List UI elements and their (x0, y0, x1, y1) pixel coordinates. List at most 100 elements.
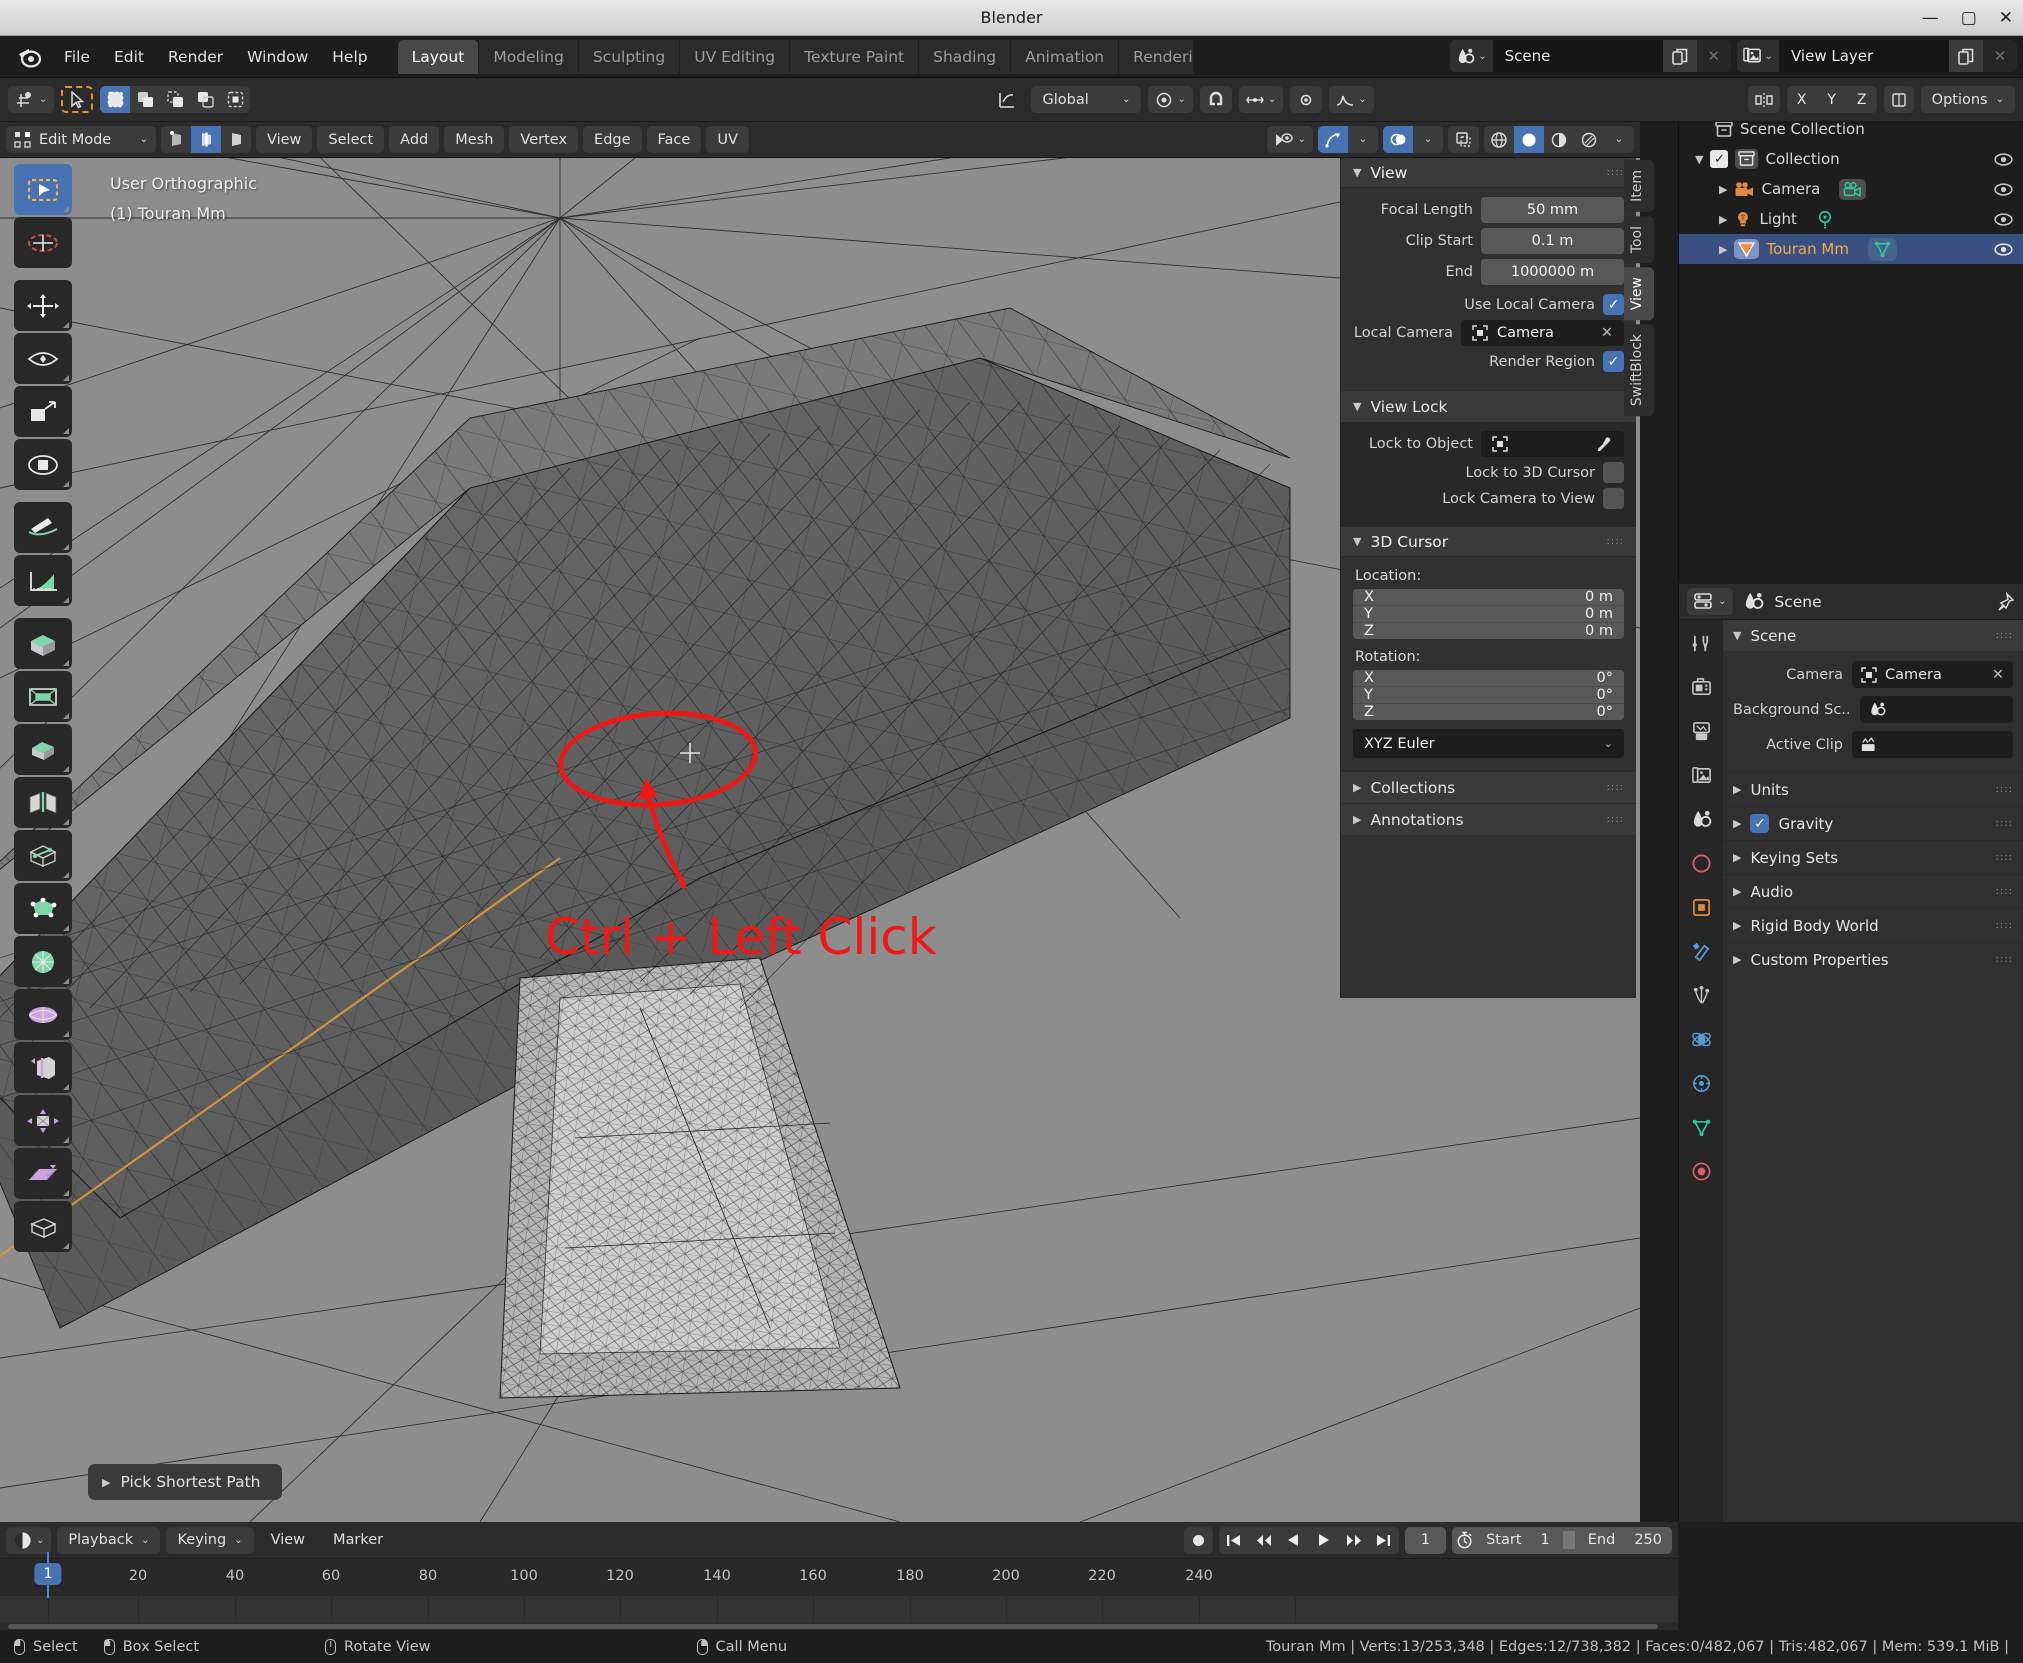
tweak-tool-button[interactable] (14, 164, 72, 215)
properties-section-keying-sets[interactable]: ▶ Keying Sets :::: (1723, 840, 2023, 874)
select-subtract-icon[interactable] (160, 86, 190, 113)
proportional-editing-toggle[interactable] (1290, 86, 1323, 113)
chevron-right-icon[interactable]: ▶ (1719, 183, 1727, 196)
gizmo-dropdown-icon[interactable]: ⌄ (1348, 126, 1378, 153)
delete-view-layer-button[interactable]: ✕ (1983, 40, 2017, 72)
sidebar-tab-tool[interactable]: Tool (1624, 215, 1654, 264)
modifier-tab[interactable] (1686, 936, 1716, 966)
vertex-select-icon[interactable] (161, 126, 191, 153)
use-local-camera-checkbox[interactable]: ✓ (1603, 294, 1624, 315)
cursor-panel-header[interactable]: ▼ 3D Cursor :::: (1341, 527, 1636, 557)
sidebar-tab-swiftblock[interactable]: SwiftBlock (1624, 324, 1654, 417)
wireframe-shading-icon[interactable] (1484, 126, 1514, 153)
mode-selector[interactable]: Edit Mode ⌄ (6, 126, 156, 153)
material-tab[interactable] (1686, 1156, 1716, 1186)
loop-cut-tool-button[interactable] (14, 777, 72, 828)
workspace-tab-sculpting[interactable]: Sculpting (578, 39, 681, 74)
particles-tab[interactable] (1686, 980, 1716, 1010)
cursor-rotation-y[interactable]: Y 0° (1353, 687, 1624, 704)
clear-local-camera-icon[interactable]: ✕ (1601, 325, 1613, 341)
cursor-location-y[interactable]: Y 0 m (1353, 606, 1624, 623)
select-set-icon[interactable] (100, 86, 131, 113)
scene-icon[interactable]: ⌄ (1450, 40, 1493, 72)
current-frame-field[interactable]: 1 (1404, 1526, 1447, 1554)
show-gizmo-group[interactable]: ⌄ (1318, 126, 1378, 153)
viewport-menu-select[interactable]: Select (317, 126, 385, 153)
play-icon[interactable] (1309, 1527, 1339, 1554)
playhead-label[interactable]: 1 (34, 1563, 62, 1585)
knife-tool-button[interactable] (14, 830, 72, 881)
jump-start-icon[interactable] (1219, 1527, 1249, 1554)
view-lock-panel-header[interactable]: ▼ View Lock (1341, 390, 1636, 422)
face-select-icon[interactable] (221, 126, 251, 153)
shrink-fatten-tool-button[interactable] (14, 1095, 72, 1146)
mirror-y-toggle[interactable]: Y (1817, 86, 1847, 113)
menu-edit[interactable]: Edit (102, 44, 156, 70)
lock-to-3d-cursor-checkbox[interactable] (1603, 462, 1624, 483)
chevron-down-icon[interactable]: ▼ (1695, 153, 1703, 166)
workspace-tab-uv-editing[interactable]: UV Editing (680, 39, 791, 74)
timeline-ruler[interactable]: 20 40 60 80 100 120 140 160 180 200 220 … (0, 1558, 1678, 1596)
rendered-shading-icon[interactable] (1574, 126, 1604, 153)
mesh-select-mode-group[interactable] (161, 126, 251, 153)
auto-keying-toggle[interactable] (1183, 1526, 1213, 1554)
select-extend-icon[interactable] (130, 86, 160, 113)
visibility-eye-icon[interactable] (1994, 242, 2013, 256)
mesh-data-icon[interactable] (1867, 237, 1897, 261)
select-intersect-icon[interactable] (220, 86, 250, 113)
gravity-checkbox[interactable]: ✓ (1750, 814, 1770, 833)
overlays-dropdown-icon[interactable]: ⌄ (1413, 126, 1443, 153)
view-layer-tab[interactable] (1686, 760, 1716, 790)
operator-redo-panel[interactable]: ▶ Pick Shortest Path (88, 1464, 283, 1500)
physics-tab[interactable] (1686, 1024, 1716, 1054)
scene-tab[interactable] (1686, 804, 1716, 834)
scene-selector[interactable]: ⌄ Scene ✕ (1450, 40, 1731, 72)
viewport-menu-vertex[interactable]: Vertex (509, 126, 579, 153)
cursor-location-z[interactable]: Z 0 m (1353, 623, 1624, 639)
clip-end-field[interactable]: 1000000 m (1481, 259, 1624, 285)
viewport-sidebar[interactable]: ▼ View :::: Focal Length 50 mm Clip Star… (1340, 158, 1636, 998)
select-mode-group[interactable] (100, 86, 251, 113)
view-layer-name[interactable]: View Layer (1779, 47, 1949, 65)
timeline-menu-marker[interactable]: Marker (322, 1527, 394, 1554)
transform-orientation-icon[interactable] (990, 86, 1024, 113)
bevel-tool-button[interactable] (14, 724, 72, 775)
workspace-tab-layout[interactable]: Layout (397, 39, 480, 74)
maximize-button[interactable]: ▢ (1961, 8, 1977, 28)
collection-exclude-checkbox[interactable]: ✓ (1710, 150, 1729, 168)
render-region-checkbox[interactable]: ✓ (1603, 351, 1624, 372)
end-frame-value[interactable]: 250 (1628, 1532, 1668, 1548)
measure-tool-button[interactable] (14, 555, 72, 606)
clip-start-field[interactable]: 0.1 m (1481, 228, 1624, 254)
background-scene-field[interactable] (1859, 696, 2013, 723)
play-reverse-icon[interactable] (1279, 1527, 1309, 1554)
scene-camera-field[interactable]: Camera ✕ (1852, 661, 2013, 688)
outliner-row-camera[interactable]: ▶ Camera (1679, 174, 2023, 204)
object-tab[interactable] (1686, 892, 1716, 922)
show-overlays-group[interactable]: ⌄ (1383, 126, 1443, 153)
active-tool-icon[interactable]: ⌄ (8, 86, 55, 113)
poly-build-tool-button[interactable] (14, 883, 72, 934)
scale-tool-button[interactable] (14, 386, 72, 437)
snap-magnet-icon[interactable] (1199, 86, 1232, 113)
edge-select-icon[interactable] (191, 126, 221, 153)
workspace-tab-texture-paint[interactable]: Texture Paint (790, 39, 920, 74)
mirror-options-icon[interactable] (1747, 86, 1780, 113)
data-tab[interactable] (1686, 1112, 1716, 1142)
annotations-panel-header[interactable]: ▶ Annotations :::: (1341, 803, 1636, 835)
workspace-tab-shading[interactable]: Shading (919, 39, 1012, 74)
workspace-tab-modeling[interactable]: Modeling (479, 39, 579, 74)
viewport-menu-uv[interactable]: UV (706, 126, 749, 153)
view-layer-icon[interactable]: ⌄ (1736, 40, 1779, 72)
timeline-menu-playback[interactable]: Playback ⌄ (57, 1526, 161, 1554)
transform-tool-button[interactable] (14, 439, 72, 490)
timeline-scrollbar[interactable] (0, 1622, 1678, 1630)
inset-faces-tool-button[interactable] (14, 671, 72, 722)
overlays-icon[interactable] (1383, 126, 1413, 153)
timeline-menu-keying[interactable]: Keying ⌄ (166, 1526, 254, 1554)
local-camera-field[interactable]: Camera ✕ (1461, 320, 1624, 346)
viewport-menu-view[interactable]: View (256, 126, 313, 153)
frame-range-group[interactable]: Start 1 End 250 (1452, 1526, 1672, 1554)
tool-tab[interactable] (1686, 628, 1716, 658)
delete-scene-button[interactable]: ✕ (1696, 40, 1731, 72)
